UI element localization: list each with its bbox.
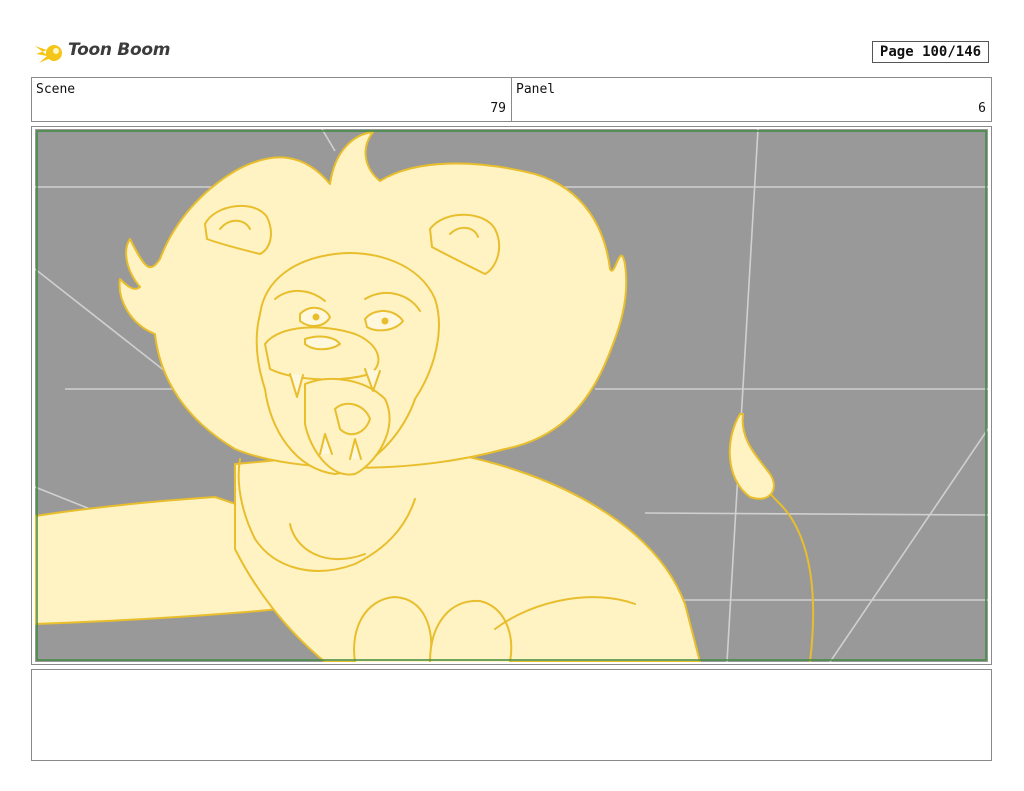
panel-cell: Panel 6 xyxy=(511,78,991,121)
toon-boom-logo-icon xyxy=(35,45,62,63)
scene-number: 79 xyxy=(490,101,506,116)
brand-name: Toon Boom xyxy=(68,40,171,60)
panel-drawing xyxy=(35,129,988,662)
panel-number: 6 xyxy=(978,101,986,116)
scene-label: Scene xyxy=(36,82,76,97)
panel-label: Panel xyxy=(516,82,556,97)
scene-cell: Scene 79 xyxy=(32,78,511,121)
toon-boom-logo: Toon Boom xyxy=(33,36,170,70)
scene-panel-header: Scene 79 Panel 6 xyxy=(31,77,992,122)
page-counter: Page 100/146 xyxy=(872,41,989,63)
panel-notes-box[interactable] xyxy=(31,669,992,761)
